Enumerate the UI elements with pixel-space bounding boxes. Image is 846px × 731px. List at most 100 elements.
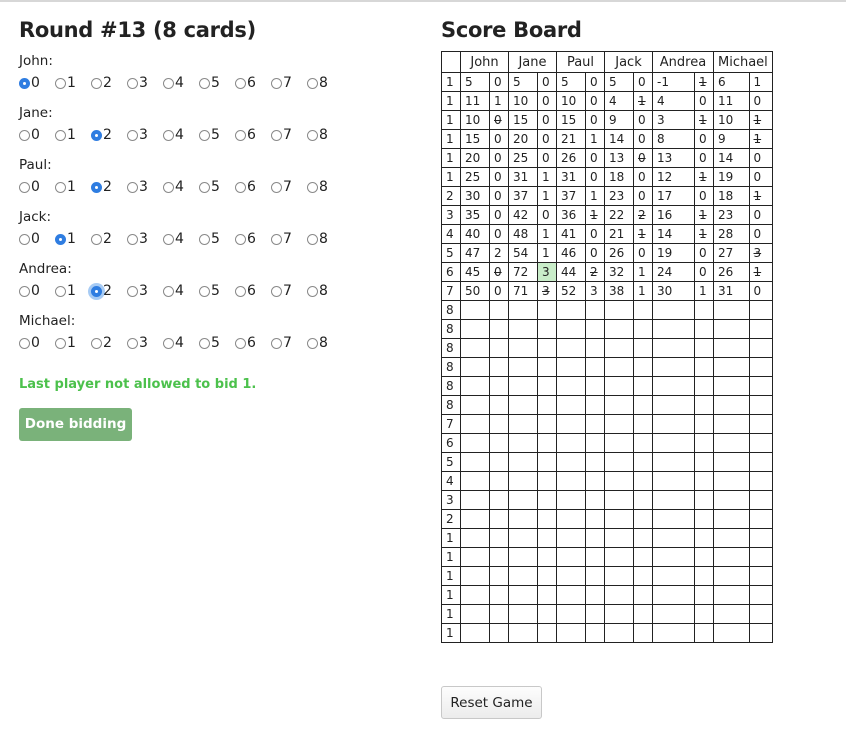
bid-radio[interactable] <box>235 129 246 141</box>
bid-radio[interactable] <box>55 129 66 141</box>
bid-radio[interactable] <box>235 337 246 349</box>
bid-radio[interactable] <box>19 233 30 245</box>
bid-option[interactable]: 2 <box>91 179 127 195</box>
bid-radio[interactable] <box>127 129 138 141</box>
bid-option[interactable]: 1 <box>55 335 91 351</box>
bid-option[interactable]: 2 <box>91 335 127 351</box>
bid-option[interactable]: 0 <box>19 127 55 143</box>
bid-option[interactable]: 0 <box>19 335 55 351</box>
bid-option[interactable]: 2 <box>91 75 127 91</box>
bid-option[interactable]: 3 <box>127 231 163 247</box>
bid-option[interactable]: 5 <box>199 75 235 91</box>
bid-option[interactable]: 0 <box>19 283 55 299</box>
bid-option[interactable]: 1 <box>55 283 91 299</box>
bid-option[interactable]: 5 <box>199 283 235 299</box>
bid-radio[interactable] <box>271 77 282 89</box>
bid-radio[interactable] <box>307 129 318 141</box>
bid-option[interactable]: 1 <box>55 179 91 195</box>
bid-radio[interactable] <box>127 285 138 297</box>
bid-radio[interactable] <box>127 233 138 245</box>
bid-radio[interactable] <box>271 285 282 297</box>
bid-option[interactable]: 6 <box>235 283 271 299</box>
bid-option[interactable]: 7 <box>271 335 307 351</box>
bid-option[interactable]: 0 <box>19 179 55 195</box>
bid-option[interactable]: 8 <box>307 127 343 143</box>
bid-radio[interactable] <box>271 337 282 349</box>
bid-radio[interactable] <box>91 129 102 141</box>
bid-radio[interactable] <box>19 285 30 297</box>
bid-radio[interactable] <box>19 129 30 141</box>
bid-radio[interactable] <box>91 285 102 297</box>
bid-option[interactable]: 6 <box>235 335 271 351</box>
bid-option[interactable]: 4 <box>163 283 199 299</box>
bid-option[interactable]: 2 <box>91 231 127 247</box>
bid-option[interactable]: 4 <box>163 127 199 143</box>
bid-option[interactable]: 4 <box>163 335 199 351</box>
bid-radio[interactable] <box>91 233 102 245</box>
bid-option[interactable]: 4 <box>163 179 199 195</box>
bid-option[interactable]: 4 <box>163 231 199 247</box>
bid-option[interactable]: 5 <box>199 127 235 143</box>
bid-option[interactable]: 7 <box>271 75 307 91</box>
bid-option[interactable]: 6 <box>235 179 271 195</box>
bid-radio[interactable] <box>199 77 210 89</box>
bid-radio[interactable] <box>199 181 210 193</box>
bid-radio[interactable] <box>19 337 30 349</box>
bid-radio[interactable] <box>55 337 66 349</box>
bid-radio[interactable] <box>307 181 318 193</box>
bid-option[interactable]: 8 <box>307 335 343 351</box>
bid-radio[interactable] <box>55 285 66 297</box>
bid-option[interactable]: 2 <box>91 283 127 299</box>
bid-option[interactable]: 6 <box>235 75 271 91</box>
bid-radio[interactable] <box>163 77 174 89</box>
bid-option[interactable]: 5 <box>199 179 235 195</box>
bid-radio[interactable] <box>199 337 210 349</box>
bid-option[interactable]: 8 <box>307 179 343 195</box>
bid-radio[interactable] <box>199 129 210 141</box>
bid-option[interactable]: 5 <box>199 231 235 247</box>
bid-radio[interactable] <box>163 285 174 297</box>
bid-radio[interactable] <box>235 181 246 193</box>
bid-option[interactable]: 8 <box>307 283 343 299</box>
bid-radio[interactable] <box>235 77 246 89</box>
bid-radio[interactable] <box>235 285 246 297</box>
bid-radio[interactable] <box>163 129 174 141</box>
bid-option[interactable]: 0 <box>19 75 55 91</box>
done-bidding-button[interactable]: Done bidding <box>19 408 132 441</box>
bid-radio[interactable] <box>91 181 102 193</box>
bid-option[interactable]: 3 <box>127 127 163 143</box>
bid-option[interactable]: 7 <box>271 179 307 195</box>
bid-radio[interactable] <box>271 233 282 245</box>
bid-option[interactable]: 8 <box>307 231 343 247</box>
bid-radio[interactable] <box>55 233 66 245</box>
bid-option[interactable]: 0 <box>19 231 55 247</box>
bid-option[interactable]: 3 <box>127 75 163 91</box>
bid-radio[interactable] <box>91 337 102 349</box>
bid-radio[interactable] <box>307 77 318 89</box>
bid-option[interactable]: 4 <box>163 75 199 91</box>
bid-radio[interactable] <box>127 77 138 89</box>
bid-radio[interactable] <box>199 233 210 245</box>
bid-radio[interactable] <box>307 233 318 245</box>
bid-option[interactable]: 2 <box>91 127 127 143</box>
bid-radio[interactable] <box>163 181 174 193</box>
bid-radio[interactable] <box>235 233 246 245</box>
bid-radio[interactable] <box>127 337 138 349</box>
bid-radio[interactable] <box>19 181 30 193</box>
bid-radio[interactable] <box>19 77 30 89</box>
bid-option[interactable]: 1 <box>55 127 91 143</box>
bid-radio[interactable] <box>271 181 282 193</box>
bid-option[interactable]: 6 <box>235 231 271 247</box>
bid-radio[interactable] <box>163 337 174 349</box>
bid-radio[interactable] <box>307 337 318 349</box>
bid-radio[interactable] <box>91 77 102 89</box>
bid-option[interactable]: 3 <box>127 335 163 351</box>
bid-option[interactable]: 6 <box>235 127 271 143</box>
bid-option[interactable]: 5 <box>199 335 235 351</box>
reset-game-button[interactable]: Reset Game <box>441 686 542 719</box>
bid-radio[interactable] <box>307 285 318 297</box>
bid-radio[interactable] <box>127 181 138 193</box>
bid-radio[interactable] <box>271 129 282 141</box>
bid-option[interactable]: 3 <box>127 283 163 299</box>
bid-option[interactable]: 8 <box>307 75 343 91</box>
